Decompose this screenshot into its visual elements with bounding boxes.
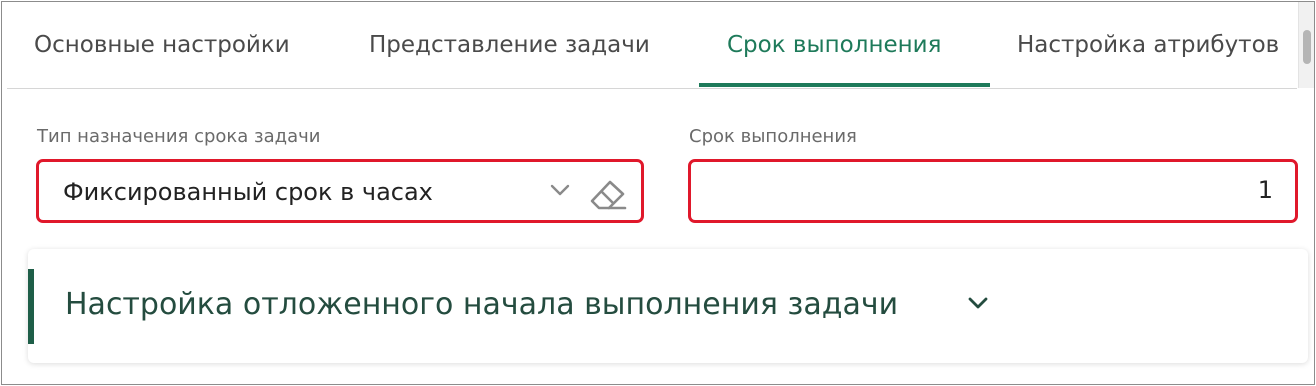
tab-deadline[interactable]: Срок выполнения [727,32,941,58]
scrollbar-thumb[interactable] [1303,30,1311,64]
deadline-type-select[interactable]: Фиксированный срок в часах [36,159,644,223]
deadline-field[interactable] [688,159,1298,223]
deadline-input[interactable] [973,174,1273,206]
settings-panel: Основные настройки Представление задачи … [1,1,1315,385]
tabs-scrollbar[interactable] [1298,2,1314,88]
chevron-down-icon[interactable] [549,182,571,201]
tab-bar: Основные настройки Представление задачи … [7,2,1297,89]
tab-attribute-settings[interactable]: Настройка атрибутов [1017,32,1279,58]
active-tab-indicator [699,83,990,87]
section-title[interactable]: Настройка отложенного начала выполнения … [65,287,898,322]
chevron-down-icon[interactable] [966,295,990,315]
tab-basic-settings[interactable]: Основные настройки [34,32,290,58]
eraser-icon[interactable] [589,176,627,216]
deadline-type-value: Фиксированный срок в часах [63,178,433,206]
deferred-start-section: Настройка отложенного начала выполнения … [28,249,1308,363]
deadline-label: Срок выполнения [689,126,857,147]
section-accent-bar [28,269,34,344]
tab-task-view[interactable]: Представление задачи [369,32,650,58]
deadline-type-label: Тип назначения срока задачи [37,126,321,147]
